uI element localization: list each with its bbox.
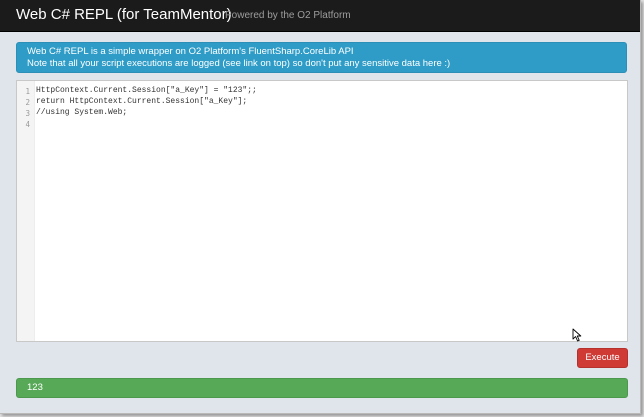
code-editor[interactable]: 1 2 3 4 HttpContext.Current.Session["a_K… (16, 80, 628, 342)
info-alert: Web C# REPL is a simple wrapper on O2 Pl… (16, 42, 627, 73)
tagline: Powered by the O2 Platform (225, 10, 351, 21)
code-line[interactable]: HttpContext.Current.Session["a_Key"] = "… (36, 86, 257, 95)
execute-button[interactable]: Execute (577, 348, 628, 368)
result-output: 123 (16, 378, 628, 398)
code-line[interactable]: //using System.Web; (36, 108, 127, 117)
line-number: 1 (25, 87, 30, 96)
line-number-gutter: 1 2 3 4 (17, 81, 35, 341)
info-line-2: Note that all your script executions are… (27, 58, 451, 69)
line-number: 4 (25, 120, 30, 129)
app-title[interactable]: Web C# REPL (for TeamMentor) (16, 6, 232, 24)
line-number: 3 (25, 109, 30, 118)
mouse-pointer-icon (572, 328, 582, 342)
code-line[interactable]: return HttpContext.Current.Session["a_Ke… (36, 97, 247, 106)
info-line-1: Web C# REPL is a simple wrapper on O2 Pl… (27, 46, 354, 57)
line-number: 2 (25, 98, 30, 107)
page: Web C# REPL (for TeamMentor) Powered by … (0, 0, 641, 414)
top-navbar: Web C# REPL (for TeamMentor) Powered by … (0, 0, 640, 32)
